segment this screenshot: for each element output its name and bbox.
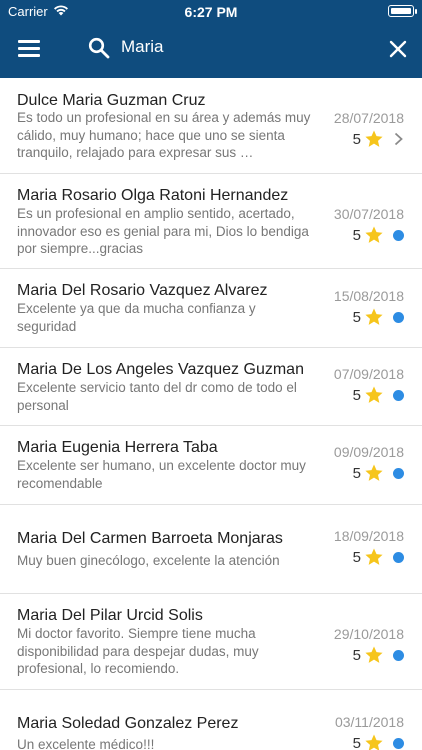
patient-name: Maria Soledad Gonzalez Perez [17,715,239,732]
review-date: 03/11/2018 [334,714,404,730]
star-icon [365,548,383,565]
review-meta: 5 [353,462,404,484]
hamburger-line-icon [18,47,40,50]
patient-name: Maria Del Carmen Barroeta Monjaras [17,530,283,547]
review-meta: 5 [353,384,404,406]
close-icon[interactable] [388,39,408,59]
review-comment: Muy buen ginecólogo, excelente la atenci… [17,553,280,568]
rating-value: 5 [352,130,361,148]
app-header: Carrier 6:27 PM Maria [0,0,422,78]
chevron-right-icon[interactable] [393,132,404,146]
list-item[interactable]: Maria Rosario Olga Ratoni Hernandez Es u… [0,174,422,269]
patient-name: Dulce Maria Guzman Cruz [17,92,206,109]
star-icon [365,734,383,750]
star-icon [365,308,383,325]
review-meta: 5 [353,128,404,150]
rating-value: 5 [352,548,361,566]
unread-dot [393,737,404,749]
review-date: 07/09/2018 [333,366,404,382]
star-icon [365,464,383,481]
review-comment: Excelente ser humano, un excelente docto… [17,458,306,491]
list-item[interactable]: Maria Soledad Gonzalez Perez Un excelent… [0,690,422,750]
rating-value: 5 [352,734,361,750]
review-date: 28/07/2018 [333,110,404,126]
search-icon[interactable] [88,37,110,59]
review-date: 30/07/2018 [333,206,404,222]
rating-value: 5 [352,386,361,404]
review-meta: 5 [353,306,404,328]
review-date: 29/10/2018 [333,626,404,642]
review-comment: Es un profesional en amplio sentido, ace… [17,206,309,256]
list-item[interactable]: Maria Del Rosario Vazquez Alvarez Excele… [0,269,422,348]
star-icon [365,646,383,663]
patient-name: Maria Rosario Olga Ratoni Hernandez [17,187,289,204]
review-meta: 5 [353,644,404,666]
patient-name: Maria Eugenia Herrera Taba [17,439,218,456]
list-item[interactable]: Maria Del Pilar Urcid Solis Mi doctor fa… [0,594,422,690]
menu-button[interactable] [18,40,40,58]
unread-dot [393,551,404,563]
rating-value: 5 [352,646,361,664]
patient-name: Maria Del Pilar Urcid Solis [17,607,203,624]
status-bar: Carrier 6:27 PM [0,0,422,24]
review-date: 15/08/2018 [333,288,404,304]
star-icon [365,226,383,243]
list-item[interactable]: Maria Del Carmen Barroeta Monjaras Muy b… [0,505,422,594]
rating-value: 5 [352,226,361,244]
star-icon [365,386,383,403]
review-meta: 5 [353,224,404,246]
review-date: 18/09/2018 [333,528,404,544]
unread-dot [393,649,404,661]
patient-name: Maria Del Rosario Vazquez Alvarez [17,282,268,299]
search-input[interactable]: Maria [121,37,164,57]
star-icon [365,130,383,147]
review-comment: Mi doctor favorito. Siempre tiene mucha … [17,626,259,676]
list-item[interactable]: Maria Eugenia Herrera Taba Excelente ser… [0,426,422,505]
review-comment: Excelente ya que da mucha confianza y se… [17,301,256,334]
rating-value: 5 [352,308,361,326]
review-date: 09/09/2018 [333,444,404,460]
battery-icon [388,5,417,17]
review-comment: Un excelente médico!!! [17,737,155,750]
list-item[interactable]: Dulce Maria Guzman Cruz Es todo un profe… [0,78,422,174]
hamburger-line-icon [18,54,40,57]
unread-dot [393,229,404,241]
unread-dot [393,311,404,323]
patient-name: Maria De Los Angeles Vazquez Guzman [17,361,304,378]
unread-dot [393,467,404,479]
review-meta: 5 [353,546,404,568]
clock: 6:27 PM [184,4,238,20]
rating-value: 5 [352,464,361,482]
unread-dot [393,389,404,401]
review-meta: 5 [353,732,404,750]
list-item[interactable]: Maria De Los Angeles Vazquez Guzman Exce… [0,348,422,426]
review-comment: Es todo un profesional en su área y adem… [17,110,311,160]
review-comment: Excelente servicio tanto del dr como de … [17,380,297,413]
hamburger-line-icon [18,40,40,43]
